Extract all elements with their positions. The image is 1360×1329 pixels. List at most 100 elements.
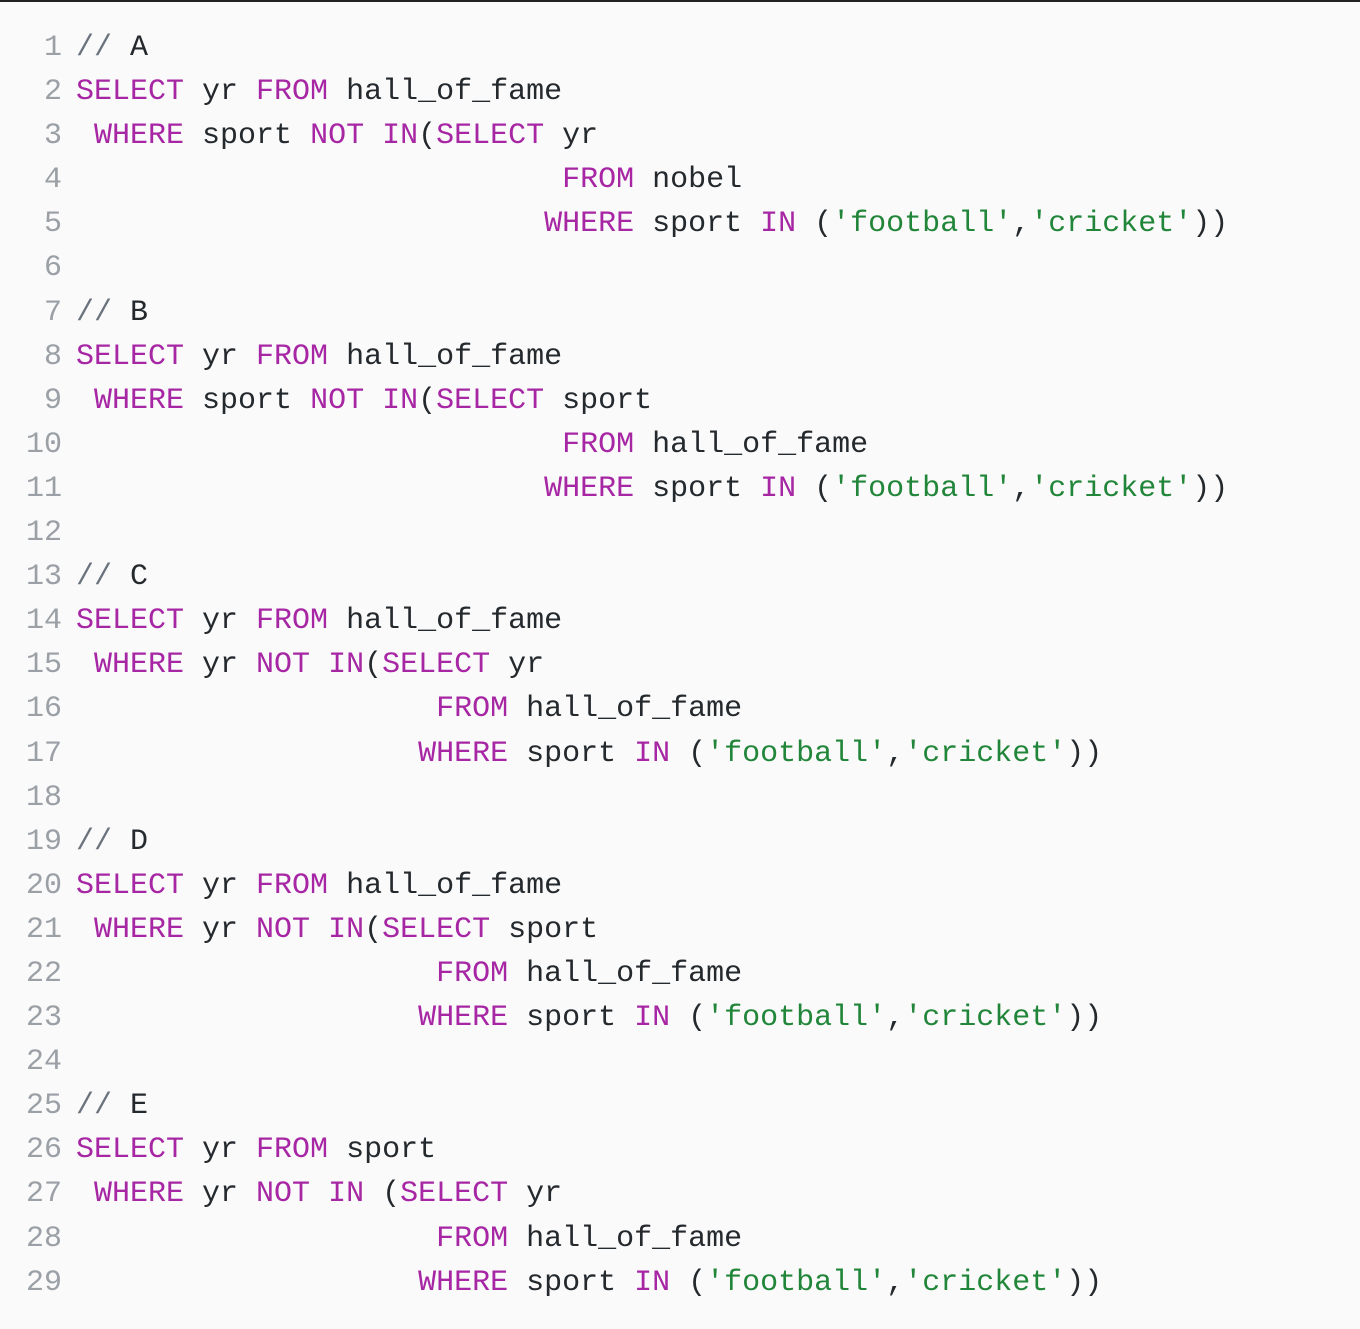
token: 'cricket' [1030,472,1192,506]
line-number: 27 [0,1172,76,1216]
line-number: 18 [0,776,76,820]
token: C [130,560,148,594]
code-line: 4 FROM nobel [0,158,1360,202]
token: NOT [310,384,364,418]
token: yr [508,1177,562,1211]
token: IN [760,472,796,506]
line-number: 24 [0,1040,76,1084]
code-line: 12 [0,511,1360,555]
token [76,1266,418,1300]
token: sport [490,913,598,947]
token: B [130,296,148,330]
token: 'football' [832,207,1012,241]
token: IN [634,737,670,771]
token [76,648,94,682]
line-number: 29 [0,1261,76,1305]
line-number: 16 [0,687,76,731]
token: yr [490,648,544,682]
line-number: 23 [0,996,76,1040]
code-content: FROM nobel [76,158,1360,202]
token [76,1177,94,1211]
token: yr [184,340,256,374]
code-content: SELECT yr FROM hall_of_fame [76,864,1360,908]
token: sport [184,119,310,153]
token: WHERE [418,1001,508,1035]
token [76,1222,436,1256]
token [364,119,382,153]
code-line: 14SELECT yr FROM hall_of_fame [0,599,1360,643]
token [76,119,94,153]
token: , [1012,207,1030,241]
code-content: // E [76,1084,1360,1128]
token: sport [328,1133,436,1167]
token: hall_of_fame [508,692,742,726]
token: IN [382,384,418,418]
token: WHERE [418,1266,508,1300]
code-line: 21 WHERE yr NOT IN(SELECT sport [0,908,1360,952]
token: ( [688,1001,706,1035]
token: WHERE [418,737,508,771]
line-number: 20 [0,864,76,908]
code-content [76,511,1360,555]
code-content: WHERE sport IN ('football','cricket')) [76,732,1360,776]
code-line: 26SELECT yr FROM sport [0,1128,1360,1172]
token: 'football' [706,1266,886,1300]
token: IN [328,648,364,682]
token: A [130,31,148,65]
token [76,1001,418,1035]
code-content: FROM hall_of_fame [76,687,1360,731]
code-content [76,246,1360,290]
code-line: 16 FROM hall_of_fame [0,687,1360,731]
token [796,472,814,506]
code-line: 10 FROM hall_of_fame [0,423,1360,467]
token: sport [634,472,760,506]
token: 'cricket' [904,1001,1066,1035]
code-line: 29 WHERE sport IN ('football','cricket')… [0,1261,1360,1305]
token: SELECT [436,384,544,418]
token: yr [184,913,256,947]
token: SELECT [76,869,184,903]
line-number: 25 [0,1084,76,1128]
token: IN [328,1177,364,1211]
token: ( [418,384,436,418]
line-number: 12 [0,511,76,555]
token: FROM [256,340,328,374]
token [76,428,562,462]
token: sport [508,1001,634,1035]
code-line: 1// A [0,26,1360,70]
code-content: // B [76,291,1360,335]
code-line: 11 WHERE sport IN ('football','cricket')… [0,467,1360,511]
token: 'cricket' [904,737,1066,771]
line-number: 1 [0,26,76,70]
token: hall_of_fame [634,428,868,462]
token: WHERE [94,913,184,947]
code-content: WHERE sport IN ('football','cricket')) [76,202,1360,246]
token: WHERE [94,648,184,682]
token [310,648,328,682]
token: ( [364,648,382,682]
code-content: SELECT yr FROM hall_of_fame [76,599,1360,643]
token: NOT [256,648,310,682]
token: sport [508,1266,634,1300]
code-line: 19// D [0,820,1360,864]
line-number: 9 [0,379,76,423]
code-content: WHERE yr NOT IN(SELECT yr [76,643,1360,687]
token [670,1266,688,1300]
token [76,163,562,197]
token: WHERE [94,119,184,153]
code-content: WHERE sport IN ('football','cricket')) [76,467,1360,511]
code-line: 7// B [0,291,1360,335]
token: // [76,560,130,594]
code-content: // C [76,555,1360,599]
token: ( [418,119,436,153]
token: yr [184,1133,256,1167]
token: yr [184,1177,256,1211]
code-line: 24 [0,1040,1360,1084]
code-content: // A [76,26,1360,70]
code-line: 8SELECT yr FROM hall_of_fame [0,335,1360,379]
token: 'football' [706,1001,886,1035]
token [76,957,436,991]
token: , [1012,472,1030,506]
token: ( [688,737,706,771]
token: NOT [256,913,310,947]
